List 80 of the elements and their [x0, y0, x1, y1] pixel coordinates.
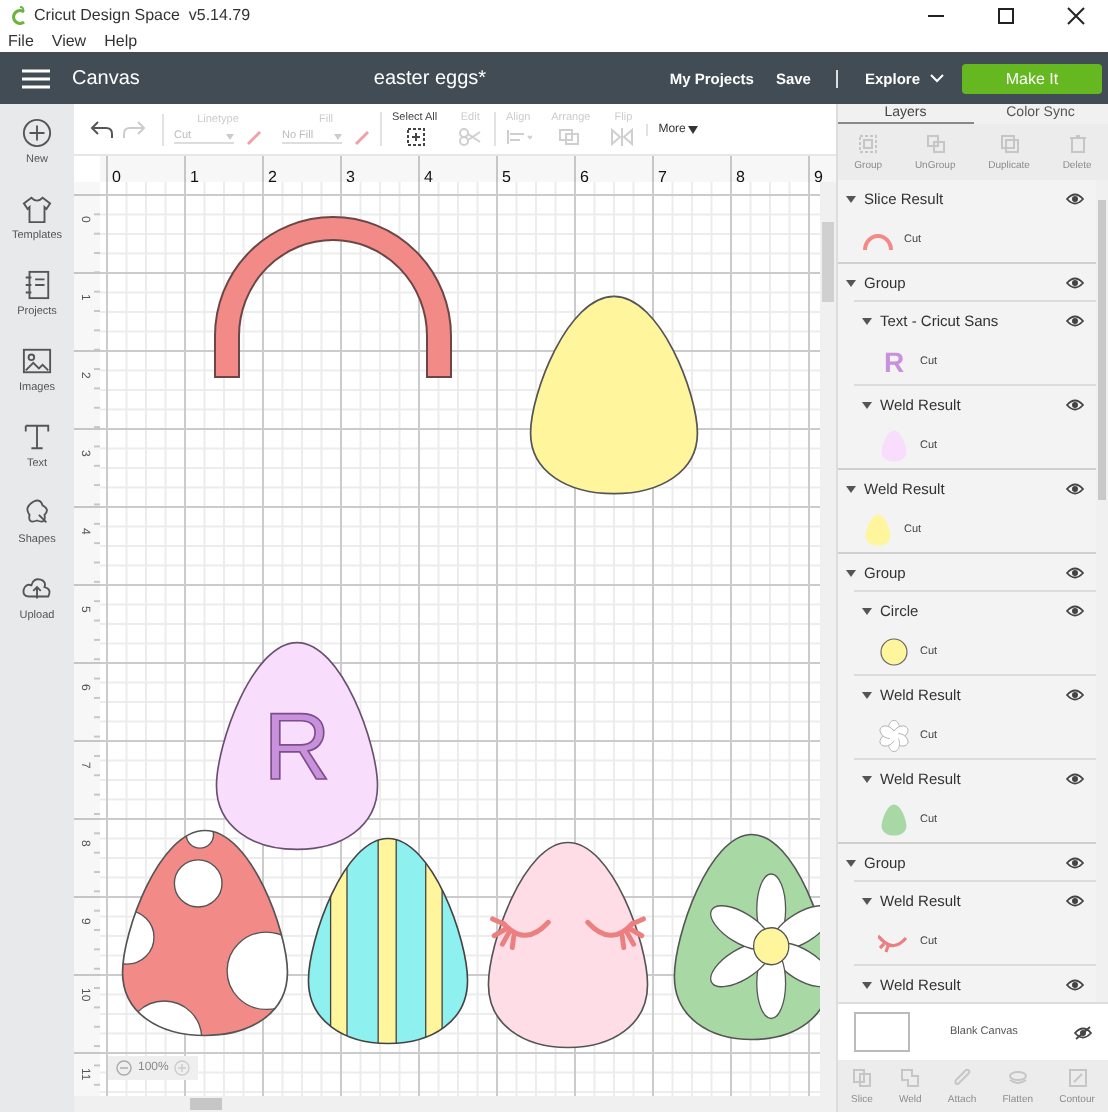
- eye-icon[interactable]: [1066, 313, 1084, 327]
- flower-thumbnail: [878, 719, 910, 751]
- project-title: easter eggs*: [373, 67, 487, 89]
- close-icon[interactable]: [1066, 5, 1086, 25]
- ruler-number: 6: [580, 168, 589, 188]
- eye-icon[interactable]: [1066, 397, 1084, 411]
- caret-icon[interactable]: [862, 315, 872, 325]
- ruler-number: 0: [112, 168, 121, 188]
- caret-icon[interactable]: [846, 567, 856, 577]
- cloud-upload-icon: [22, 574, 52, 604]
- caret-icon: [334, 133, 342, 139]
- scissors-icon: [457, 128, 484, 146]
- ruler-number: 4: [424, 168, 433, 188]
- shapes-icon: [22, 498, 52, 528]
- ruler-number: 2: [268, 168, 277, 188]
- caret-icon[interactable]: [862, 689, 872, 699]
- notebook-icon: [22, 270, 52, 300]
- flatten-icon: [1007, 1067, 1028, 1087]
- select-all-icon: [401, 128, 428, 146]
- caret-icon[interactable]: [862, 895, 872, 905]
- arrange-icon: [557, 128, 584, 146]
- ruler-number: 7: [658, 168, 667, 188]
- eye-icon[interactable]: [1066, 977, 1084, 991]
- caret-icon[interactable]: [862, 979, 872, 989]
- eye-icon[interactable]: [1066, 771, 1084, 785]
- caret-icon[interactable]: [846, 277, 856, 287]
- trash-icon: [1067, 133, 1088, 153]
- caret-icon[interactable]: [846, 857, 856, 867]
- slice-icon: [851, 1067, 872, 1087]
- caret-icon[interactable]: [862, 605, 872, 615]
- ruler-number: 9: [814, 168, 823, 188]
- eye-icon[interactable]: [1066, 191, 1084, 205]
- eye-icon[interactable]: [1066, 481, 1084, 495]
- align-icon: [505, 128, 532, 146]
- ruler-number: 5: [502, 168, 511, 188]
- menu-item[interactable]: File: [6, 32, 36, 50]
- eye-icon[interactable]: [1066, 275, 1084, 289]
- menu-item[interactable]: Help: [102, 32, 140, 50]
- egg-letter: R: [263, 692, 331, 800]
- window-title: Cricut Design Space v5.14.79: [34, 6, 251, 24]
- caret-icon[interactable]: [846, 193, 856, 203]
- caret-icon[interactable]: [862, 773, 872, 783]
- eye-slash-icon[interactable]: [1074, 1025, 1092, 1039]
- layers-scrollbar[interactable]: [1096, 180, 1108, 1002]
- caret-icon[interactable]: [930, 73, 944, 83]
- group-icon: [858, 133, 879, 153]
- no-color-swatch-icon: [354, 129, 370, 145]
- ruler-number: 8: [736, 168, 745, 188]
- shirt-icon: [22, 194, 52, 224]
- plus-icon: [22, 118, 52, 148]
- letter-t-icon: [22, 422, 52, 452]
- menu-icon[interactable]: [22, 67, 50, 89]
- eye-icon[interactable]: [1066, 603, 1084, 617]
- no-color-swatch-icon: [246, 129, 262, 145]
- paperclip-icon: [952, 1067, 973, 1087]
- letter-thumbnail: R: [881, 345, 907, 377]
- contour-icon: [1067, 1067, 1088, 1087]
- eye-icon[interactable]: [1066, 687, 1084, 701]
- app-logo-icon: [10, 5, 28, 25]
- menu-item[interactable]: View: [49, 32, 89, 50]
- eye-icon[interactable]: [1066, 565, 1084, 579]
- flip-icon: [610, 128, 637, 146]
- ruler-number: 3: [346, 168, 355, 188]
- duplicate-icon: [999, 133, 1020, 153]
- eye-icon[interactable]: [1066, 893, 1084, 907]
- image-icon: [22, 346, 52, 376]
- vertical-scrollbar[interactable]: [820, 182, 836, 1096]
- caret-icon[interactable]: [687, 125, 698, 133]
- weld-icon: [900, 1067, 921, 1087]
- horizontal-scrollbar[interactable]: [74, 1096, 836, 1112]
- caret-icon: [226, 133, 234, 139]
- undo-icon[interactable]: [90, 119, 114, 139]
- caret-icon[interactable]: [862, 399, 872, 409]
- ruler-number: 1: [190, 168, 199, 188]
- ungroup-icon: [925, 133, 946, 153]
- section-title: Canvas: [72, 67, 140, 89]
- eye-icon[interactable]: [1066, 855, 1084, 869]
- canvas-swatch[interactable]: [854, 1012, 910, 1052]
- maximize-icon[interactable]: [996, 5, 1016, 25]
- caret-icon[interactable]: [846, 483, 856, 493]
